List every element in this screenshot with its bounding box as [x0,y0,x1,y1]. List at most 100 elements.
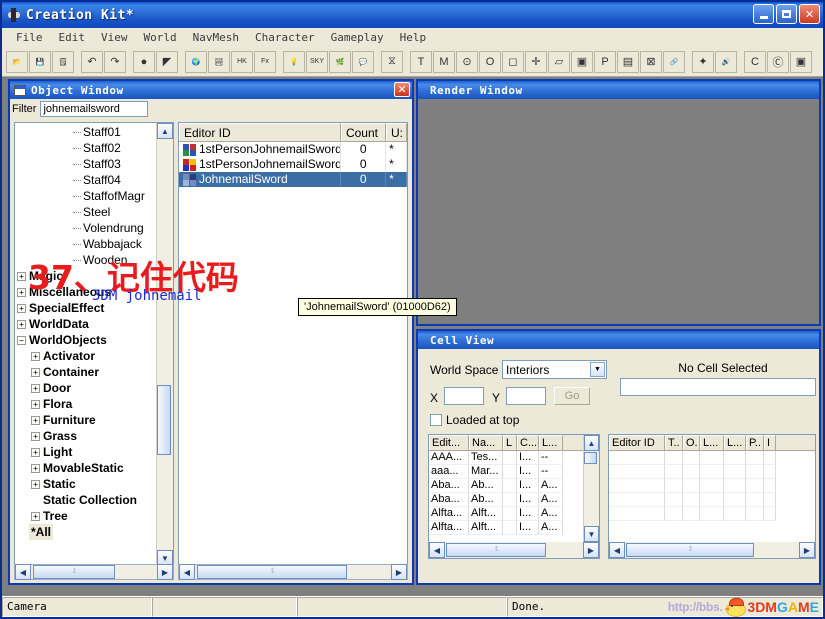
havok-icon[interactable]: HK [231,50,253,73]
tree-item-all[interactable]: *All [17,524,156,540]
tree-item-movablestatic[interactable]: + MovableStatic [17,460,156,476]
go-button[interactable]: Go [554,387,590,405]
no-markers-icon[interactable]: ⊠ [640,50,662,73]
show-collision-icon[interactable]: ⊙ [456,50,478,73]
menu-gameplay[interactable]: Gameplay [323,30,392,45]
cell-list-table[interactable]: Edit... Na... L C... L... AAA... Tes... I... --… [428,434,600,559]
tree-item-worlddata[interactable]: + WorldData [17,316,156,332]
cell-table-hscroll-right-arrow[interactable]: ▶ [583,542,599,558]
object-list-row[interactable]: 1stPersonJohnemailSwordT...0* [179,157,407,172]
save-icon[interactable]: 💾 [29,50,51,73]
tree-item-tree[interactable]: + Tree [17,508,156,524]
expand-icon[interactable]: + [31,447,40,457]
filter-input[interactable] [40,101,149,117]
expand-icon[interactable]: + [31,351,40,361]
tree-item-door[interactable]: + Door [17,380,156,396]
column-count[interactable]: Count [340,123,386,141]
render-viewport[interactable] [418,99,819,324]
cell-table-vertical-scrollbar[interactable]: ▲ ▼ [583,435,599,542]
tree-item-staff04[interactable]: Staff04 [17,172,156,188]
object-table-hscroll-right-arrow[interactable]: ▶ [799,542,815,558]
expand-icon[interactable]: + [17,287,26,297]
cell-table-row[interactable]: Alfta... Alft... I... A... [429,507,599,521]
sound-marker-icon[interactable]: 🔊 [715,50,737,73]
light-toggle-icon[interactable]: ✦ [692,50,714,73]
cell-table-row[interactable]: Aba... Ab... I... A... [429,479,599,493]
data-icon[interactable]: 🗒 [52,50,74,73]
show-objects-icon[interactable]: O [479,50,501,73]
tree-item-staff01[interactable]: Staff01 [17,124,156,140]
tree-item-staff02[interactable]: Staff02 [17,140,156,156]
box-icon[interactable]: ▱ [548,50,570,73]
menu-file[interactable]: File [8,30,51,45]
cell-table-column-3[interactable]: C... [517,435,539,450]
tree-item-worldobjects[interactable]: − WorldObjects [17,332,156,348]
cell-table-scroll-down-arrow[interactable]: ▼ [584,526,599,542]
object-table-column-6[interactable]: I [764,435,776,450]
show-markers-icon[interactable]: M [433,50,455,73]
object-list-row[interactable]: JohnemailSword 0 * [179,172,407,187]
expand-icon[interactable]: + [17,303,26,313]
cell-table-column-2[interactable]: L [503,435,517,450]
expand-icon[interactable]: + [31,367,40,377]
world-space-dropdown[interactable]: Interiors ▼ [502,360,607,379]
tree-item-furniture[interactable]: + Furniture [17,412,156,428]
cell-table-row[interactable]: aaa... Mar... I... -- [429,465,599,479]
column-editor-id[interactable]: Editor ID [179,123,341,141]
cell-table-hscroll-left-arrow[interactable]: ◀ [429,542,445,558]
expand-icon[interactable]: + [31,479,40,489]
cell-object-table[interactable]: Editor ID T.. O. L... L... P.. I ◀ ⦙⦙⦙ ▶ [608,434,816,559]
tree-item-static-collection[interactable]: Static Collection [17,492,156,508]
column-use-info[interactable]: U: [385,123,407,141]
expand-icon[interactable]: + [17,319,26,329]
undo-icon[interactable]: ↶ [81,50,103,73]
minimize-button[interactable] [753,4,774,24]
loaded-at-top-checkbox[interactable]: Loaded at top [430,413,519,427]
cell-table-column-0[interactable]: Edit... [429,435,469,450]
object-list-view[interactable]: Editor ID Count U: 1stPersonJohnemailSwo… [178,122,408,567]
snap-grid-icon[interactable]: ✛ [525,50,547,73]
tree-item-activator[interactable]: + Activator [17,348,156,364]
cell-table-scroll-up-arrow[interactable]: ▲ [584,435,599,451]
chevron-down-icon[interactable]: ▼ [590,362,605,377]
c-icon[interactable]: C [744,50,766,73]
menu-view[interactable]: View [93,30,136,45]
cell-table-horizontal-scrollbar[interactable]: ◀ ⦙⦙⦙ ▶ [429,542,599,558]
grass-icon[interactable]: 🌿 [329,50,351,73]
cell-table-row[interactable]: AAA... Tes... I... -- [429,451,599,465]
object-table-horizontal-scrollbar[interactable]: ◀ ⦙⦙⦙ ▶ [609,542,815,558]
object-list-horizontal-scrollbar[interactable]: ◀ ⦙⦙⦙ ▶ [178,564,408,580]
object-list-row[interactable]: 1stPersonJohnemailSword 0 * [179,142,407,157]
tree-item-steel[interactable]: Steel [17,204,156,220]
link-icon[interactable]: 🔗 [663,50,685,73]
expand-icon[interactable]: + [31,383,40,393]
tree-vertical-scrollbar[interactable]: ▲ ▼ [156,123,173,566]
landscape-icon[interactable]: 🏞 [208,50,230,73]
tree-item-volendrung[interactable]: Volendrung [17,220,156,236]
c-box-icon[interactable]: Ⓒ [767,50,789,73]
render-window-body[interactable] [418,99,819,324]
cell-table-column-4[interactable]: L... [539,435,563,450]
object-table-row[interactable] [609,465,815,479]
expand-icon[interactable]: + [31,511,40,521]
expand-icon[interactable]: + [31,415,40,425]
object-table-column-4[interactable]: L... [724,435,746,450]
redo-icon[interactable]: ↷ [104,50,126,73]
expand-icon[interactable]: + [17,271,26,281]
object-table-column-1[interactable]: T.. [665,435,683,450]
light-icon[interactable]: 💡 [283,50,305,73]
cell-table-row[interactable]: Aba... Ab... I... A... [429,493,599,507]
menu-help[interactable]: Help [392,30,435,45]
wireframe-icon[interactable]: ◻ [502,50,524,73]
tree-item-container[interactable]: + Container [17,364,156,380]
maximize-button[interactable] [776,4,797,24]
room-icon[interactable]: ▤ [617,50,639,73]
cell-table-column-1[interactable]: Na... [469,435,503,450]
cell-table-scroll-thumb[interactable] [584,452,597,464]
object-category-tree[interactable]: Staff01 Staff02 Staff03 Staff04 StaffofMagr S… [14,122,174,567]
world-icon[interactable]: 🌍 [185,50,207,73]
list-hscroll-left-arrow[interactable]: ◀ [179,564,195,580]
render-window-icon[interactable]: ▣ [571,50,593,73]
object-window-icon[interactable]: ◤ [156,50,178,73]
expand-icon[interactable]: + [31,399,40,409]
